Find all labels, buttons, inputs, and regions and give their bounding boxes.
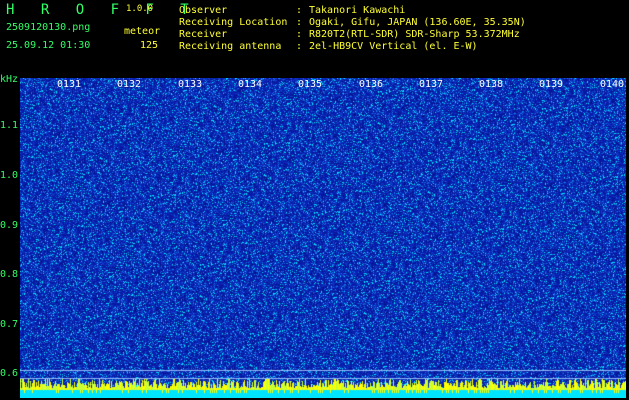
observer-value: Takanori Kawachi xyxy=(309,5,406,16)
x-tick-label: 0133 xyxy=(178,79,203,90)
x-tick-label: 0139 xyxy=(539,79,564,90)
receiver-sep: : xyxy=(296,29,303,40)
meteor-label: meteor xyxy=(124,26,161,37)
antenna-sep: : xyxy=(296,41,303,52)
observer-label: Observer xyxy=(179,5,228,16)
location-label: Receiving Location xyxy=(179,17,288,28)
y-tick-label: 0.7 xyxy=(0,319,19,330)
y-tick-label: 0.9 xyxy=(0,220,19,231)
datetime: 25.09.12 01:30 xyxy=(6,40,91,51)
x-tick-label: 0138 xyxy=(479,79,504,90)
app-version: 1.0.0 xyxy=(126,4,154,14)
x-tick-label: 0140 xyxy=(600,79,625,90)
x-tick-label: 0135 xyxy=(298,79,323,90)
y-tick-label: 1.1 xyxy=(0,120,19,131)
x-tick-label: 0137 xyxy=(419,79,444,90)
x-tick-label: 0131 xyxy=(57,79,82,90)
antenna-value: 2el-HB9CV Vertical (el. E-W) xyxy=(309,41,478,52)
y-tick-label: 0.6 xyxy=(0,368,19,379)
meteor-count: 125 xyxy=(140,40,159,51)
antenna-label: Receiving antenna xyxy=(179,41,282,52)
y-tick-label: 1.0 xyxy=(0,170,19,181)
location-sep: : xyxy=(296,17,303,28)
location-value: Ogaki, Gifu, JAPAN (136.60E, 35.35N) xyxy=(309,17,526,28)
receiver-label: Receiver xyxy=(179,29,228,40)
unit-label: kHz xyxy=(0,74,19,85)
waterfall-spectrogram xyxy=(20,78,626,398)
x-tick-label: 0132 xyxy=(117,79,142,90)
y-tick-label: 0.8 xyxy=(0,269,19,280)
receiver-value: R820T2(RTL-SDR) SDR-Sharp 53.372MHz xyxy=(309,29,520,40)
x-tick-label: 0136 xyxy=(359,79,384,90)
observer-sep: : xyxy=(296,5,303,16)
app-name: H R O F F T xyxy=(6,2,198,18)
x-tick-label: 0134 xyxy=(238,79,263,90)
file-name: 2509120130.png xyxy=(6,22,91,33)
